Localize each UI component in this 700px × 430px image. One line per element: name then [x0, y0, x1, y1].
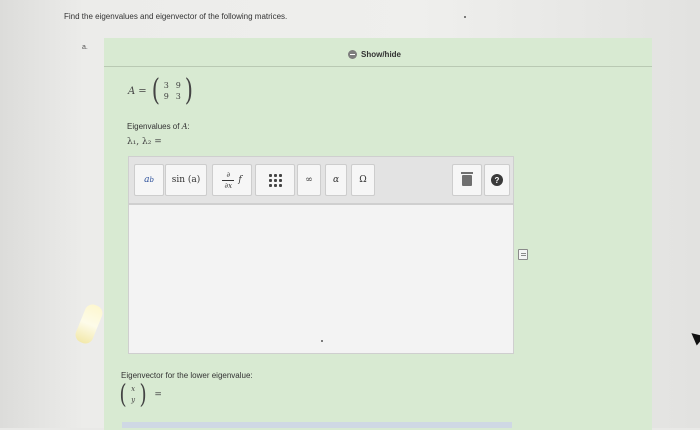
eigenvalues-label: Eigenvalues of A:: [127, 122, 190, 131]
help-icon: ?: [491, 174, 503, 186]
question-instructions: Find the eigenvalues and eigenvector of …: [64, 12, 288, 21]
vector-x: x: [131, 385, 136, 393]
power-exponent: b: [149, 176, 154, 184]
matrix-right-paren: ): [185, 73, 194, 108]
infinity-button[interactable]: ∞: [297, 164, 321, 196]
eigenvalues-label-text: Eigenvalues of: [127, 122, 182, 131]
derivative-fraction: ∂ ∂x: [222, 170, 235, 190]
panel-divider: [104, 66, 652, 67]
power-button[interactable]: ab: [134, 164, 164, 196]
show-hide-toggle[interactable]: Show/hide: [348, 50, 401, 59]
next-toolbar-edge: [122, 422, 512, 428]
infinity-symbol: ∞: [305, 175, 313, 185]
eigenvalue-answer-input[interactable]: [128, 204, 514, 354]
derivative-denominator: ∂x: [224, 181, 233, 190]
matrix-cell: 3: [163, 81, 169, 90]
matrix-button[interactable]: [255, 164, 295, 196]
part-label: a.: [82, 44, 88, 51]
vector-grid: x y: [128, 384, 138, 406]
matrix-cell: 3: [175, 92, 181, 101]
matrix-grid: 3 9 9 3: [161, 81, 183, 101]
matrix-definition: A = ( 3 9 9 3 ): [128, 76, 195, 106]
clear-button[interactable]: [452, 164, 482, 196]
fraction-bar: [222, 179, 235, 181]
vector-y: y: [131, 396, 136, 404]
eigenvector-label: Eigenvector for the lower eigenvalue:: [121, 371, 253, 380]
derivative-numerator: ∂: [226, 170, 231, 179]
omega-symbol: Ω: [359, 175, 367, 185]
matrix-equals: =: [138, 85, 147, 97]
trash-icon: [461, 171, 473, 186]
vector-equals: =: [154, 390, 162, 400]
matrix-cell: 9: [163, 92, 169, 101]
matrix-cell: 9: [175, 81, 181, 90]
help-button[interactable]: ?: [484, 164, 510, 196]
sin-button[interactable]: sin (a): [165, 164, 207, 196]
vector-left-paren: (: [119, 380, 127, 410]
omega-button[interactable]: Ω: [351, 164, 375, 196]
screen-speck: [464, 16, 466, 18]
document-icon[interactable]: [518, 249, 528, 260]
show-hide-label[interactable]: Show/hide: [361, 50, 401, 59]
matrix-name: A: [128, 85, 136, 97]
alpha-symbol: α: [332, 175, 340, 185]
eigenvalues-label-colon: :: [187, 122, 190, 131]
alpha-button[interactable]: α: [325, 164, 347, 196]
sin-label: sin (a): [171, 175, 201, 185]
derivative-button[interactable]: ∂ ∂x f: [212, 164, 252, 196]
lambda-expression: λ₁, λ₂ =: [127, 137, 162, 147]
math-toolbar: ab sin (a) ∂ ∂x f ∞ α Ω ?: [128, 156, 514, 204]
eigenvector-expression: ( x y ) =: [118, 380, 162, 410]
matrix-grid-icon: [268, 173, 282, 187]
text-caret: [321, 340, 323, 342]
derivative-function: f: [238, 175, 242, 185]
minus-circle-icon[interactable]: [348, 50, 357, 59]
matrix-left-paren: (: [151, 73, 160, 108]
vector-right-paren: ): [139, 380, 147, 410]
